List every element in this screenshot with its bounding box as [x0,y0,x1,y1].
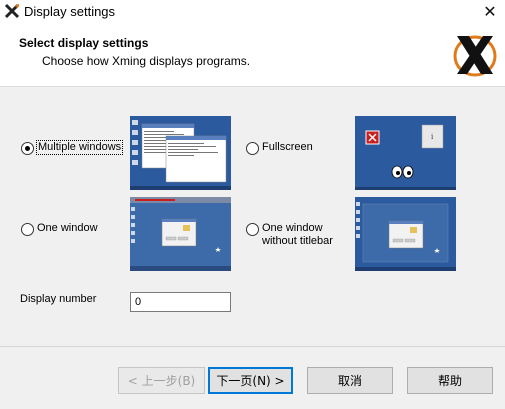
wizard-header: Select display settings Choose how Xming… [0,24,505,87]
radio-button[interactable] [21,142,34,155]
window-title: Display settings [24,4,116,19]
close-icon[interactable]: ✕ [475,0,505,24]
next-button[interactable]: 下一页(N) > [208,367,293,394]
option-label: Fullscreen [262,141,313,153]
title-bar: Display settings ✕ [0,0,505,24]
option-one-window-no-titlebar[interactable]: One window without titlebar [246,222,333,248]
display-number-input[interactable] [130,292,231,312]
option-label-line2: without titlebar [262,235,333,247]
option-multiple-windows[interactable]: Multiple windows [21,140,124,155]
option-label: Multiple windows [35,140,124,155]
cancel-button[interactable]: 取消 [307,367,393,394]
option-label: One window without titlebar [262,222,333,248]
one-window-no-titlebar-preview [355,197,456,271]
page-title: Select display settings [19,36,149,50]
radio-button[interactable] [246,142,259,155]
multiple-windows-preview [130,116,231,190]
xming-app-icon [4,3,20,19]
page-subtitle: Choose how Xming displays programs. [42,54,251,68]
display-number-label: Display number [20,293,97,305]
option-fullscreen[interactable]: Fullscreen [246,141,313,155]
footer-divider [0,346,505,347]
xming-logo [453,35,497,77]
radio-button[interactable] [21,223,34,236]
fullscreen-preview: i [355,116,456,190]
option-one-window[interactable]: One window [21,222,98,236]
option-label: One window [37,222,98,234]
back-button[interactable]: < 上一步(B) [118,367,205,394]
one-window-preview [130,197,231,271]
help-button[interactable]: 帮助 [407,367,493,394]
radio-button[interactable] [246,223,259,236]
option-label-line1: One window [262,222,323,234]
